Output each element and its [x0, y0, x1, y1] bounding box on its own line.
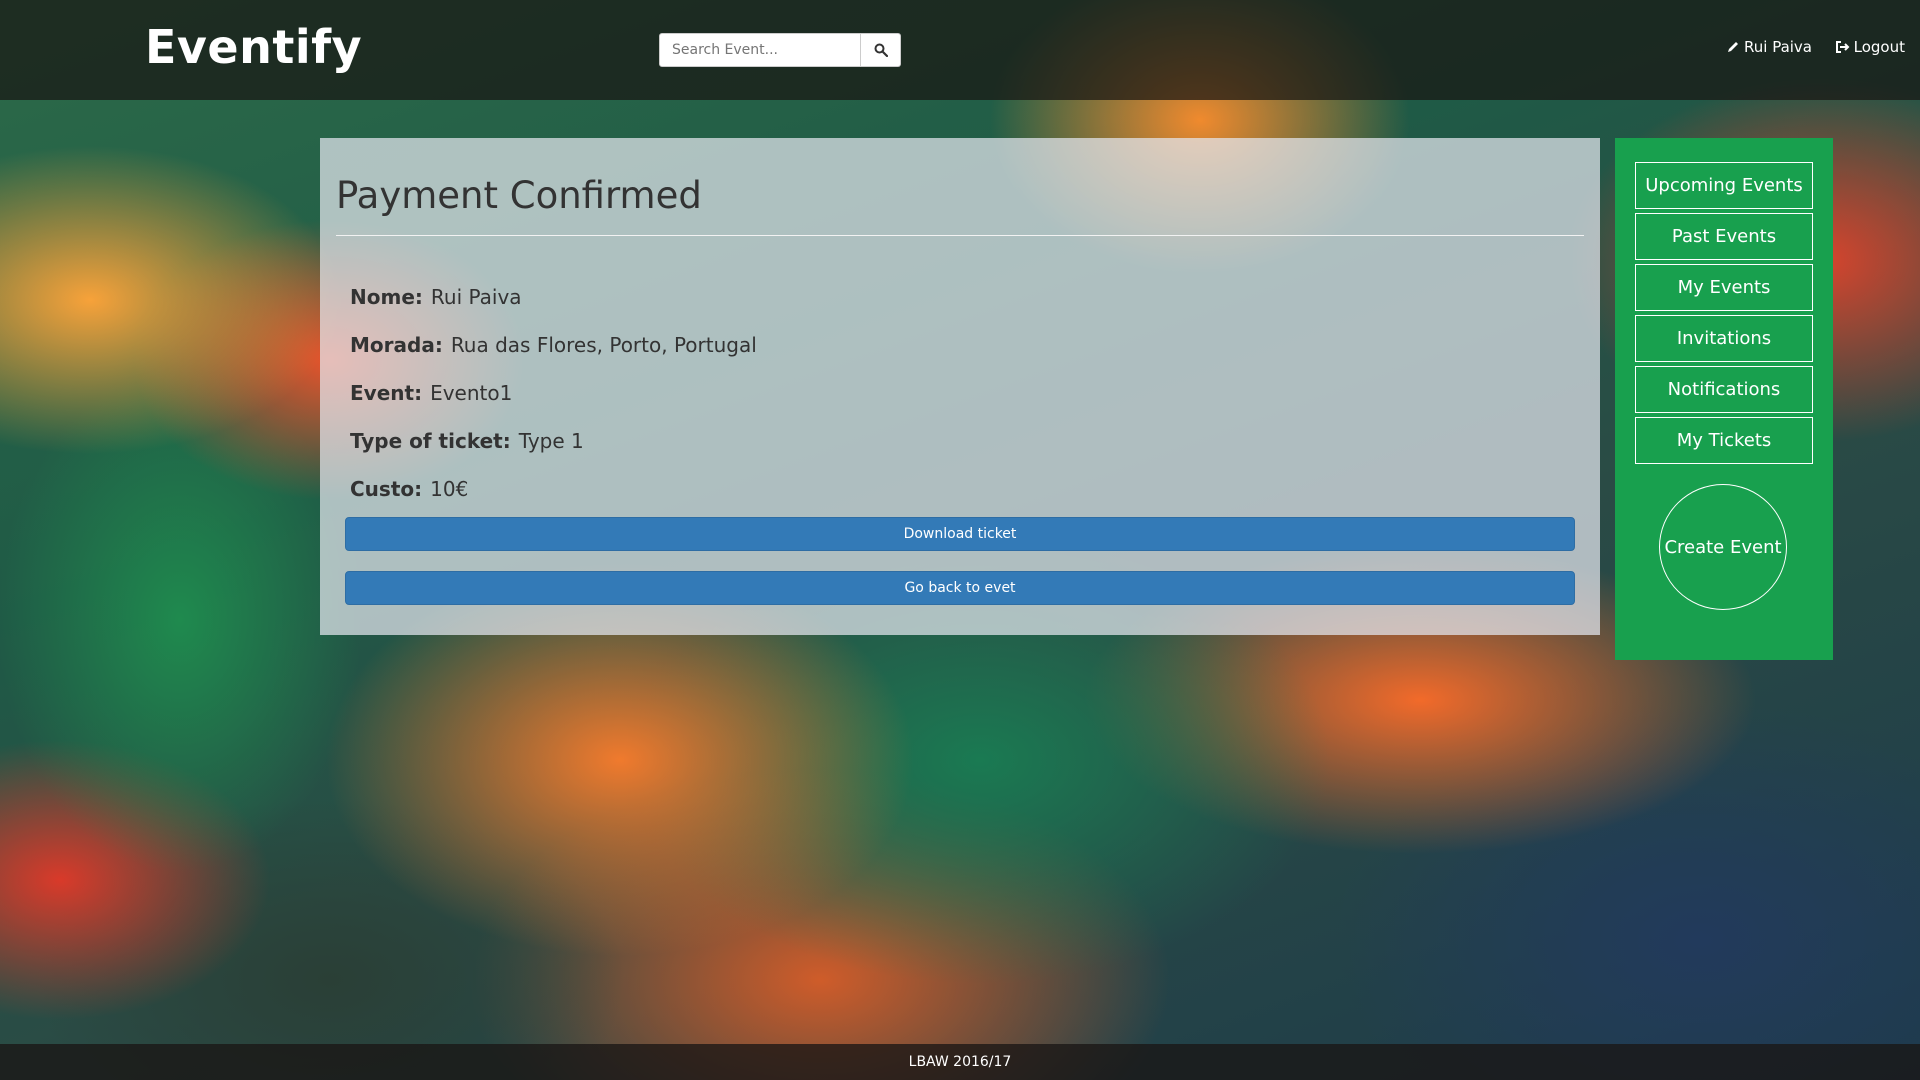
- sidebar-item-past-events[interactable]: Past Events: [1635, 213, 1813, 260]
- logout-icon: [1835, 41, 1850, 53]
- sidebar-item-my-events[interactable]: My Events: [1635, 264, 1813, 311]
- sidebar-item-upcoming-events[interactable]: Upcoming Events: [1635, 162, 1813, 209]
- top-navbar: Eventify Rui Paiva Logout: [0, 0, 1920, 100]
- logout-label: Logout: [1853, 38, 1905, 56]
- field-label: Type of ticket:: [350, 429, 511, 453]
- download-ticket-button[interactable]: Download ticket: [345, 517, 1575, 551]
- field-custo: Custo: 10€: [350, 465, 757, 513]
- field-nome: Nome: Rui Paiva: [350, 273, 757, 321]
- footer-text: LBAW 2016/17: [908, 1054, 1012, 1070]
- sidebar: Upcoming Events Past Events My Events In…: [1615, 138, 1833, 660]
- sidebar-item-my-tickets[interactable]: My Tickets: [1635, 417, 1813, 464]
- user-profile-link[interactable]: Rui Paiva: [1726, 38, 1812, 56]
- field-ticket-type: Type of ticket: Type 1: [350, 417, 757, 465]
- search-button[interactable]: [861, 33, 901, 67]
- search-icon: [874, 43, 888, 57]
- field-value: Evento1: [430, 381, 513, 405]
- user-name-label: Rui Paiva: [1744, 38, 1812, 56]
- search-input[interactable]: [659, 33, 861, 67]
- field-value: Rui Paiva: [430, 285, 522, 309]
- field-event: Event: Evento1: [350, 369, 757, 417]
- field-value: Rua das Flores, Porto, Portugal: [450, 333, 757, 357]
- sidebar-item-invitations[interactable]: Invitations: [1635, 315, 1813, 362]
- search-form: [659, 33, 901, 67]
- field-morada: Morada: Rua das Flores, Porto, Portugal: [350, 321, 757, 369]
- logout-link[interactable]: Logout: [1835, 38, 1905, 56]
- field-label: Custo:: [350, 477, 423, 501]
- pencil-icon: [1728, 42, 1738, 52]
- payment-panel: Payment Confirmed Nome: Rui Paiva Morada…: [320, 138, 1600, 635]
- brand-logo[interactable]: Eventify: [145, 20, 362, 74]
- title-divider: [336, 235, 1584, 236]
- field-value: 10€: [430, 477, 469, 501]
- field-label: Morada:: [350, 333, 443, 357]
- field-value: Type 1: [518, 429, 584, 453]
- footer: LBAW 2016/17: [0, 1044, 1920, 1080]
- field-label: Nome:: [350, 285, 423, 309]
- create-event-button[interactable]: Create Event: [1659, 484, 1787, 610]
- page-title: Payment Confirmed: [336, 174, 702, 217]
- field-label: Event:: [350, 381, 423, 405]
- back-to-event-button[interactable]: Go back to evet: [345, 571, 1575, 605]
- payment-details: Nome: Rui Paiva Morada: Rua das Flores, …: [350, 273, 757, 513]
- sidebar-item-notifications[interactable]: Notifications: [1635, 366, 1813, 413]
